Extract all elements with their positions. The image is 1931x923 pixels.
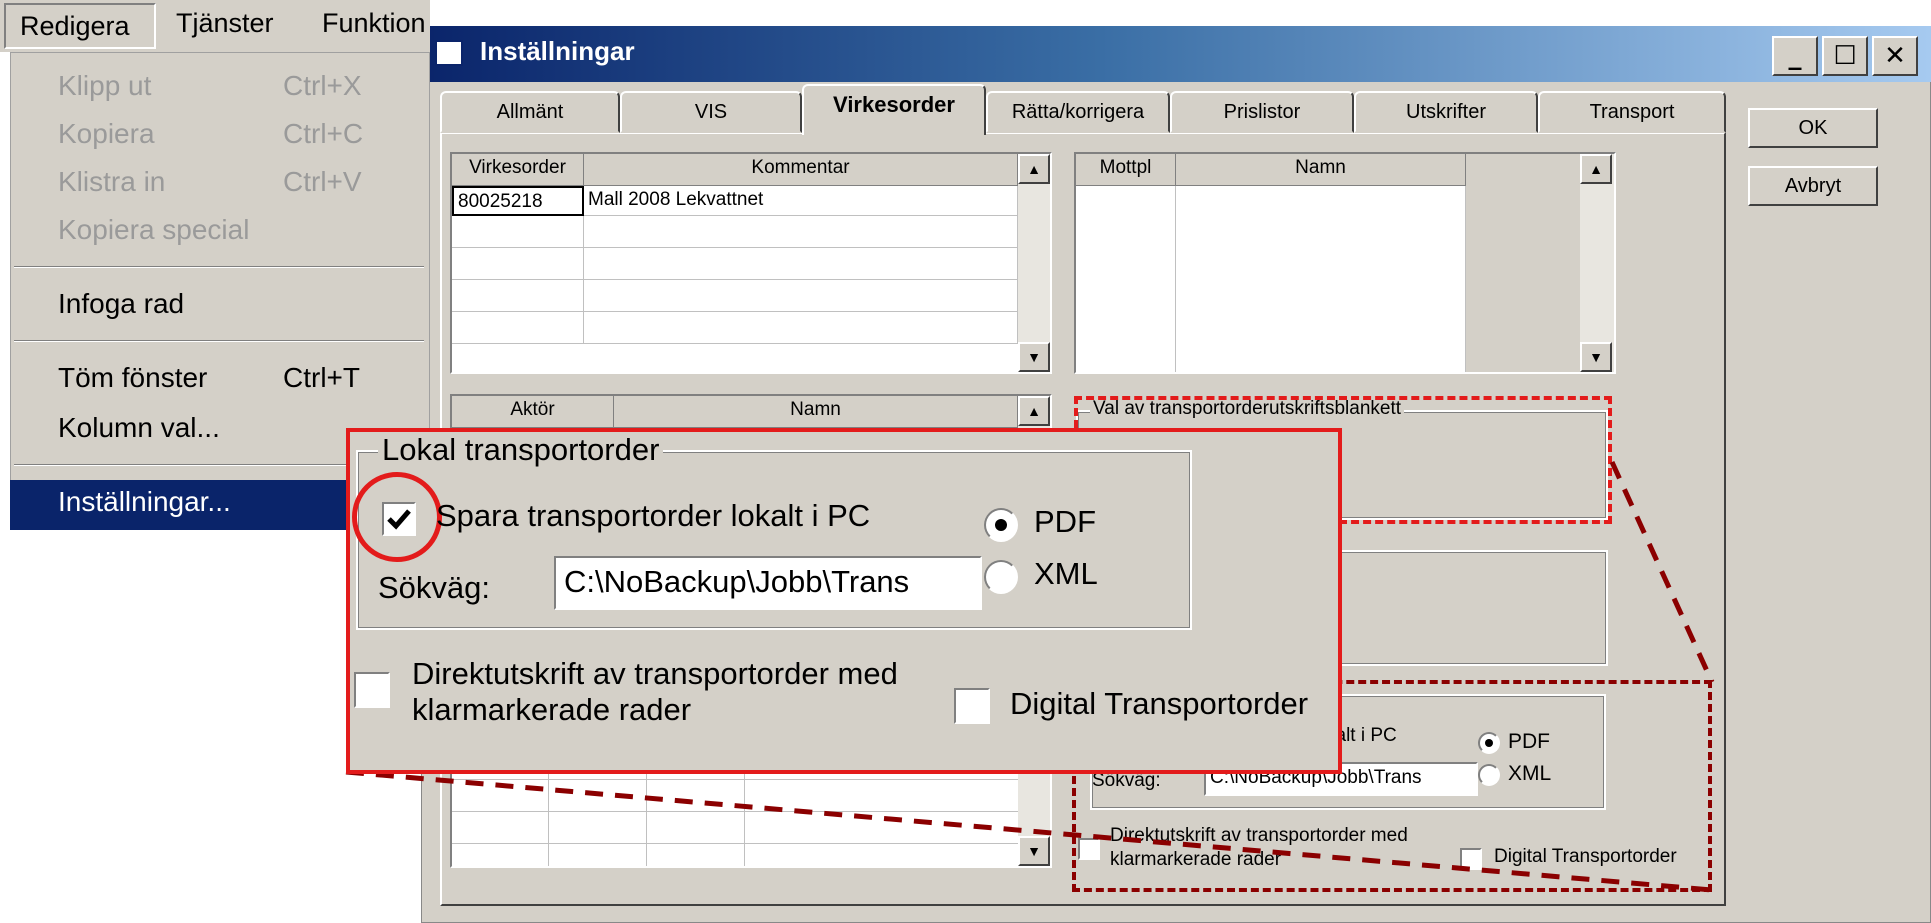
digital-label: Digital Transportorder bbox=[1010, 686, 1309, 721]
direct-print-label-line2: klarmarkerade rader bbox=[412, 692, 692, 727]
xml-label: XML bbox=[1034, 556, 1098, 591]
direct-print-checkbox[interactable] bbox=[354, 672, 390, 708]
direct-print-label: Direktutskrift av transportorder med kla… bbox=[412, 656, 898, 728]
pdf-label: PDF bbox=[1034, 504, 1096, 539]
xml-radio[interactable] bbox=[984, 560, 1018, 594]
path-label: Sökväg: bbox=[378, 570, 491, 605]
checkbox-highlight-circle bbox=[352, 472, 442, 562]
digital-checkbox[interactable] bbox=[954, 688, 990, 724]
pdf-radio[interactable] bbox=[984, 508, 1018, 542]
path-input[interactable]: C:\NoBackup\Jobb\Trans bbox=[554, 556, 982, 610]
save-local-label: Spara transportorder lokalt i PC bbox=[436, 498, 871, 533]
local-transport-group-title: Lokal transportorder bbox=[378, 432, 664, 468]
direct-print-label-line1: Direktutskrift av transportorder med bbox=[412, 656, 898, 691]
